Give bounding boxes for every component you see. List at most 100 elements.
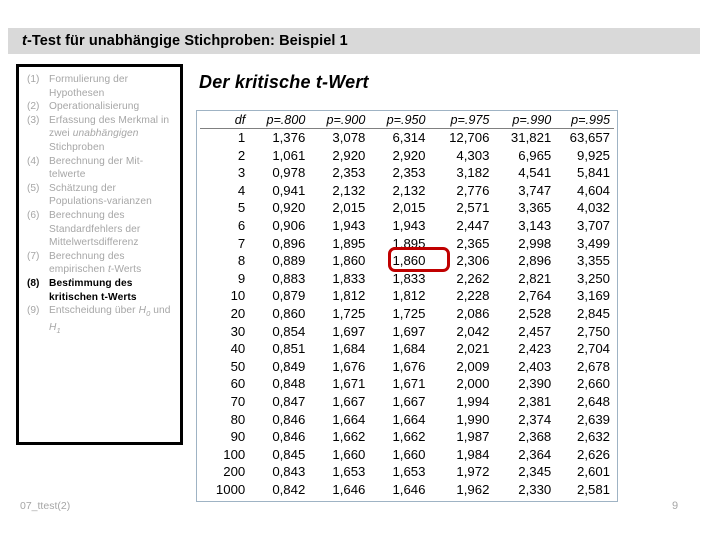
column-header-df: df	[200, 113, 250, 129]
table-row: 20 0,860 1,725 1,725 2,086 2,528 2,845	[200, 305, 614, 323]
cell-value: 1,812	[392, 288, 426, 304]
cell-value: 0,845	[272, 446, 306, 462]
table-row: 1000 0,842 1,646 1,646 1,962 2,330 2,581	[200, 481, 614, 499]
cell-value: 3,355	[576, 253, 610, 269]
cell-value: 4,541	[518, 165, 552, 181]
step-label: Erfassung des Merkmal in zwei unabhängig…	[49, 114, 170, 153]
cell-value: 1,684	[332, 341, 366, 357]
cell-df: 200	[223, 464, 246, 480]
cell-value: 1,662	[332, 429, 366, 445]
cell-value: 5,841	[576, 165, 610, 181]
cell-value: 2,403	[518, 358, 552, 374]
cell-value: 1,943	[392, 217, 426, 233]
cell-value: 1,725	[392, 305, 426, 321]
slide-title-bar: t-Test für unabhängige Stichproben: Beis…	[8, 28, 700, 54]
cell-value: 2,353	[392, 165, 426, 181]
cell-value: 0,854	[272, 323, 306, 339]
cell-value: 1,994	[456, 393, 490, 409]
cell-df: 1000	[215, 481, 246, 497]
cell-value: 0,920	[272, 200, 306, 216]
table-row: 50 0,849 1,676 1,676 2,009 2,403 2,678	[200, 358, 614, 376]
cell-value: 2,648	[576, 393, 610, 409]
column-header-p975: p=.975	[429, 113, 494, 129]
table-row: 200 0,843 1,653 1,653 1,972 2,345 2,601	[200, 463, 614, 481]
cell-value: 1,962	[456, 481, 490, 497]
table-row: 80 0,846 1,664 1,664 1,990 2,374 2,639	[200, 411, 614, 429]
table-row: 5 0,920 2,015 2,015 2,571 3,365 4,032	[200, 199, 614, 217]
column-header-p950: p=.950	[369, 113, 430, 129]
cell-value: 6,314	[392, 130, 426, 145]
cell-value: 0,846	[272, 411, 306, 427]
step-item-1: (1) Formulierung der Hypothesen	[25, 73, 176, 100]
column-header-p900: p=.900	[309, 113, 370, 129]
cell-value: 0,851	[272, 341, 306, 357]
table-row: 70 0,847 1,667 1,667 1,994 2,381 2,648	[200, 393, 614, 411]
step-item-4: (4) Berechnung der Mit-telwerte	[25, 155, 176, 182]
cell-value: 0,896	[272, 235, 306, 251]
cell-df: 30	[230, 323, 246, 339]
step-item-5: (5) Schätzung der Populations-varianzen	[25, 182, 176, 209]
cell-value: 2,306	[456, 253, 490, 269]
cell-value: 2,228	[456, 288, 490, 304]
cell-value: 1,684	[392, 341, 426, 357]
cell-value: 0,883	[272, 270, 306, 286]
table-row: 4 0,941 2,132 2,132 2,776 3,747 4,604	[200, 182, 614, 200]
cell-value: 2,345	[518, 464, 552, 480]
cell-value: 2,660	[576, 376, 610, 392]
cell-value: 2,132	[332, 182, 366, 198]
procedure-steps-box: (1) Formulierung der Hypothesen (2) Operati…	[16, 64, 183, 445]
step-label: Bestimmung des kritischen t-Werts	[49, 277, 137, 303]
cell-df: 3	[237, 165, 246, 181]
cell-value: 0,860	[272, 305, 306, 321]
cell-value: 1,676	[332, 358, 366, 374]
cell-value: 0,843	[272, 464, 306, 480]
cell-value: 3,499	[576, 235, 610, 251]
step-number: (3)	[27, 114, 40, 126]
cell-value: 1,664	[392, 411, 426, 427]
t-distribution-table: df p=.800 p=.900 p=.950 p=.975 p=.990 p=.995 1…	[200, 113, 614, 498]
cell-value: 1,984	[456, 446, 490, 462]
cell-value: 1,664	[332, 411, 366, 427]
step-number: (5)	[27, 182, 40, 194]
cell-value: 2,021	[456, 341, 490, 357]
cell-df: 80	[230, 411, 246, 427]
step-item-2: (2) Operationalisierung	[25, 100, 176, 114]
cell-value: 1,667	[332, 393, 366, 409]
step-number: (1)	[27, 74, 40, 85]
cell-value: 1,987	[456, 429, 490, 445]
cell-value: 2,678	[576, 358, 610, 374]
cell-value: 0,849	[272, 358, 306, 374]
cell-value: 1,671	[392, 376, 426, 392]
step-label: Berechnung des Standardfehlers der Mitte…	[49, 209, 141, 249]
table-header-row: df p=.800 p=.900 p=.950 p=.975 p=.990 p=.995	[200, 113, 614, 129]
cell-value: 1,990	[456, 411, 490, 427]
table-row: 10 0,879 1,812 1,812 2,228 2,764 3,169	[200, 287, 614, 305]
cell-value: 1,376	[272, 130, 306, 145]
step-item-6: (6) Berechnung des Standardfehlers der Mi…	[25, 209, 176, 250]
cell-value: 2,368	[518, 429, 552, 445]
cell-value: 2,632	[576, 429, 610, 445]
table-body: 1 1,376 3,078 6,314 12,706 31,821 63,657 2 1,061…	[200, 129, 614, 499]
step-number: (9)	[27, 305, 40, 317]
cell-value: 3,250	[576, 270, 610, 286]
cell-value: 1,943	[332, 217, 366, 233]
cell-df: 90	[230, 429, 246, 445]
cell-value: 2,845	[576, 305, 610, 321]
cell-value: 1,653	[332, 464, 366, 480]
footer-page-number: 9	[672, 500, 679, 512]
cell-value: 1,676	[392, 358, 426, 374]
page-title-rest: -Test für unabhängige Stichproben: Beisp…	[26, 33, 348, 49]
cell-value: 2,132	[392, 182, 426, 198]
table-row: 100 0,845 1,660 1,660 1,984 2,364 2,626	[200, 446, 614, 464]
table-row: 1 1,376 3,078 6,314 12,706 31,821 63,657	[200, 129, 614, 147]
cell-value: 1,646	[332, 481, 366, 497]
cell-value: 0,847	[272, 393, 306, 409]
cell-value: 1,697	[332, 323, 366, 339]
cell-df: 40	[230, 341, 246, 357]
cell-value: 2,381	[518, 393, 552, 409]
cell-value: 4,303	[456, 147, 490, 163]
cell-value: 0,906	[272, 217, 306, 233]
cell-value: 2,998	[518, 235, 552, 251]
step-label: Formulierung der Hypothesen	[49, 74, 129, 99]
cell-value: 1,660	[332, 446, 366, 462]
